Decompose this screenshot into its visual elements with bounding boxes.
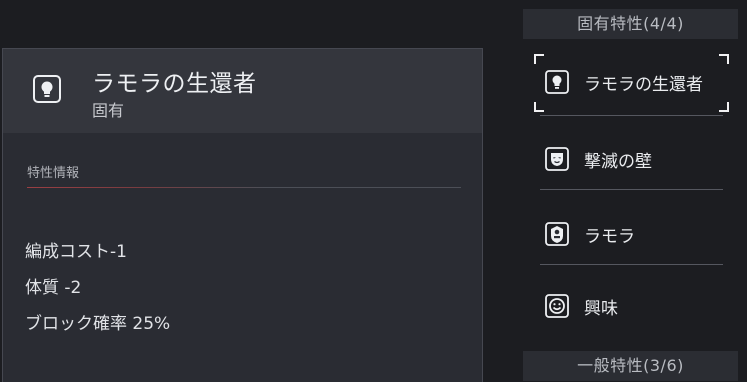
trait-effect: ブロック確率 25%	[25, 314, 171, 334]
list-divider	[540, 189, 723, 190]
list-divider	[540, 115, 723, 116]
trait-effects-list: 編成コスト-1 体質 -2 ブロック確率 25%	[25, 239, 170, 347]
selection-corner	[719, 102, 729, 112]
selection-corner	[534, 102, 544, 112]
trait-item-label: 興味	[584, 299, 618, 319]
trait-detail-category: 固有	[92, 101, 125, 120]
trait-detail-title: ラモラの生還者	[92, 71, 257, 97]
list-divider	[540, 264, 723, 265]
trait-item-label: 撃滅の壁	[584, 152, 652, 172]
trait-detail-panel: ラモラの生還者 固有 特性情報 編成コスト-1 体質 -2 ブロック確率 25%	[2, 48, 483, 382]
trait-info-label: 特性情報	[27, 166, 80, 181]
trait-item-label: ラモラ	[584, 227, 635, 247]
trait-item-label: ラモラの生還者	[584, 75, 703, 95]
unique-traits-header: 固有特性(4/4)	[523, 9, 738, 39]
trait-screen: ラモラの生還者 固有 特性情報 編成コスト-1 体質 -2 ブロック確率 25%…	[0, 0, 747, 382]
selection-corner	[719, 54, 729, 64]
trait-item-annihilation-wall[interactable]: 撃滅の壁	[540, 134, 723, 184]
trait-detail-header: ラモラの生還者 固有	[3, 49, 482, 133]
selection-corner	[534, 54, 544, 64]
general-traits-header: 一般特性(3/6)	[523, 351, 738, 381]
section-divider	[27, 187, 461, 188]
lightbulb-icon	[545, 70, 569, 94]
trait-effect: 体質 -2	[25, 278, 82, 298]
trait-item-interest[interactable]: 興味	[540, 281, 723, 331]
smiley-icon	[545, 294, 569, 318]
trait-item-lamora-survivor[interactable]: ラモラの生還者	[534, 54, 729, 112]
trait-item-lamora[interactable]: ラモラ	[540, 209, 723, 259]
mask-icon	[545, 147, 569, 171]
lightbulb-icon	[33, 75, 61, 103]
faction-badge-icon	[545, 222, 569, 246]
trait-effect: 編成コスト-1	[25, 242, 127, 262]
